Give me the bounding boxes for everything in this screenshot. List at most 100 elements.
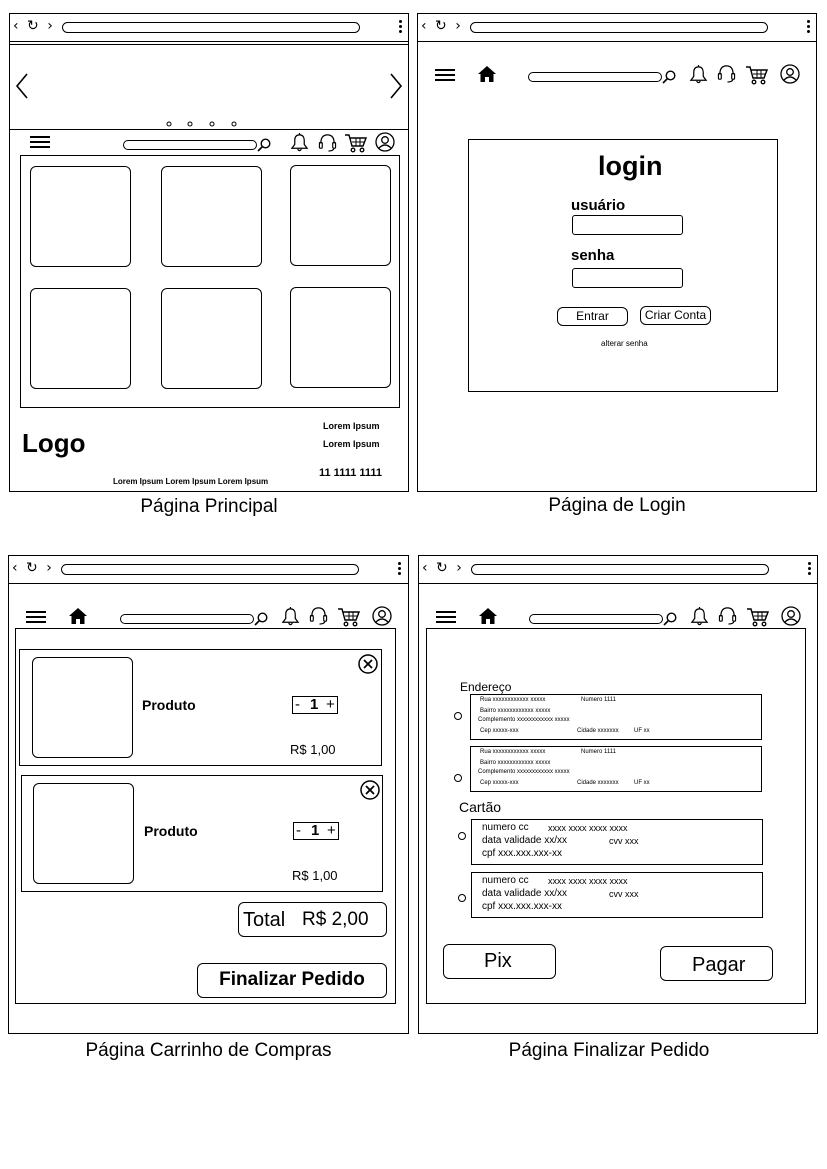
menu-icon[interactable] <box>435 69 455 84</box>
url-bar[interactable] <box>471 564 769 575</box>
close-icon[interactable] <box>360 780 380 800</box>
checkout-page-caption: Página Finalizar Pedido <box>508 1040 710 1061</box>
kebab-menu-icon[interactable] <box>399 20 403 35</box>
browser-nav-icons[interactable]: ‹ ↻ › <box>12 560 54 576</box>
product-card[interactable] <box>30 166 131 267</box>
cart-icon[interactable] <box>338 607 360 627</box>
url-bar[interactable] <box>62 22 360 33</box>
main-page-wireframe: ‹ ↻ › Logo Lorem Ipsum Lorem Ipsum 11 11… <box>9 13 409 492</box>
cart-icon[interactable] <box>345 133 367 153</box>
card-cvv: cvv xxx <box>609 889 639 899</box>
checkout-button[interactable]: Finalizar Pedido <box>197 963 387 998</box>
support-headset-icon[interactable] <box>718 606 737 625</box>
card-option[interactable]: numero cc xxxx xxxx xxxx xxxx data valid… <box>471 819 763 865</box>
menu-icon[interactable] <box>436 611 456 626</box>
address-option[interactable]: Rua xxxxxxxxxxxx xxxxx Numero 1111 Bairr… <box>470 694 762 740</box>
search-icon[interactable] <box>662 70 676 84</box>
change-password-link[interactable]: alterar senha <box>601 339 648 348</box>
card-radio[interactable] <box>458 894 466 902</box>
browser-nav-icons[interactable]: ‹ ↻ › <box>13 18 55 34</box>
qty-increment[interactable]: + <box>327 823 336 839</box>
product-card[interactable] <box>290 165 391 266</box>
search-icon[interactable] <box>663 612 677 626</box>
enter-button[interactable]: Entrar <box>557 307 628 326</box>
search-input[interactable] <box>529 614 663 624</box>
product-card[interactable] <box>161 166 262 267</box>
password-field[interactable] <box>572 268 683 288</box>
browser-bar: ‹ ↻ › <box>9 556 408 584</box>
bell-icon[interactable] <box>290 133 309 152</box>
username-field[interactable] <box>572 215 683 235</box>
user-icon[interactable] <box>780 64 800 84</box>
card-cpf: cpf xxx.xxx.xxx-xx <box>482 901 563 912</box>
total-label: Total <box>243 909 286 931</box>
bell-icon[interactable] <box>690 607 709 626</box>
address-option[interactable]: Rua xxxxxxxxxxxx xxxxx Numero 1111 Bairr… <box>470 746 762 792</box>
card-validity: data validade xx/xx <box>482 835 568 846</box>
qty-increment[interactable]: + <box>326 697 335 713</box>
product-card[interactable] <box>161 288 262 389</box>
kebab-menu-icon[interactable] <box>808 562 812 577</box>
bell-icon[interactable] <box>281 607 300 626</box>
browser-nav-icons[interactable]: ‹ ↻ › <box>422 560 464 576</box>
home-icon[interactable] <box>68 607 88 625</box>
card-radio[interactable] <box>458 832 466 840</box>
qty-value[interactable]: 1 <box>311 823 319 839</box>
address-street: Rua xxxxxxxxxxxx xxxxx <box>480 749 546 755</box>
menu-icon[interactable] <box>26 611 46 626</box>
search-icon[interactable] <box>257 138 271 152</box>
pay-button[interactable]: Pagar <box>660 946 773 981</box>
search-icon[interactable] <box>254 612 268 626</box>
cart-icon[interactable] <box>747 607 769 627</box>
home-icon[interactable] <box>478 607 498 625</box>
qty-decrement[interactable]: - <box>296 823 301 839</box>
kebab-menu-icon[interactable] <box>398 562 402 577</box>
qty-decrement[interactable]: - <box>295 697 300 713</box>
search-input[interactable] <box>123 140 257 150</box>
chevron-right-icon[interactable] <box>390 73 403 99</box>
support-headset-icon[interactable] <box>309 606 328 625</box>
close-icon[interactable] <box>358 654 378 674</box>
product-card[interactable] <box>30 288 131 389</box>
address-radio[interactable] <box>454 774 462 782</box>
card-option[interactable]: numero cc xxxx xxxx xxxx xxxx data valid… <box>471 872 763 918</box>
search-input[interactable] <box>528 72 662 82</box>
url-bar[interactable] <box>61 564 359 575</box>
carousel-dots[interactable] <box>166 121 242 127</box>
password-label: senha <box>571 247 615 264</box>
create-account-button[interactable]: Criar Conta <box>640 306 711 325</box>
quantity-stepper[interactable]: - 1 + <box>292 696 338 714</box>
url-bar[interactable] <box>470 22 768 33</box>
address-number: Numero 1111 <box>581 697 617 703</box>
user-icon[interactable] <box>781 606 801 626</box>
menu-icon[interactable] <box>30 136 50 151</box>
footer-link[interactable]: Lorem Ipsum <box>323 439 380 449</box>
card-number: xxxx xxxx xxxx xxxx <box>548 876 628 886</box>
search-input[interactable] <box>120 614 254 624</box>
home-icon[interactable] <box>477 65 497 83</box>
checkout-button-label: Finalizar Pedido <box>219 969 365 990</box>
user-icon[interactable] <box>375 132 395 152</box>
address-cep: Cep xxxxx-xxx <box>480 780 519 786</box>
pix-button[interactable]: Pix <box>443 944 556 979</box>
support-headset-icon[interactable] <box>717 64 736 83</box>
logo: Logo <box>22 428 86 458</box>
quantity-stepper[interactable]: - 1 + <box>293 822 339 840</box>
enter-button-label: Entrar <box>576 309 609 323</box>
total-box: Total R$ 2,00 <box>238 902 387 937</box>
product-image <box>32 657 133 758</box>
pix-button-label: Pix <box>484 950 512 972</box>
qty-value[interactable]: 1 <box>310 697 318 713</box>
bell-icon[interactable] <box>689 65 708 84</box>
address-title: Endereço <box>460 680 512 694</box>
support-headset-icon[interactable] <box>318 133 337 152</box>
chevron-left-icon[interactable] <box>15 73 28 99</box>
kebab-menu-icon[interactable] <box>807 20 811 35</box>
cart-icon[interactable] <box>746 65 768 85</box>
browser-bar: ‹ ↻ › <box>10 14 408 42</box>
address-radio[interactable] <box>454 712 462 720</box>
browser-nav-icons[interactable]: ‹ ↻ › <box>421 18 463 34</box>
product-card[interactable] <box>290 287 391 388</box>
user-icon[interactable] <box>372 606 392 626</box>
footer-link[interactable]: Lorem Ipsum <box>323 421 380 431</box>
